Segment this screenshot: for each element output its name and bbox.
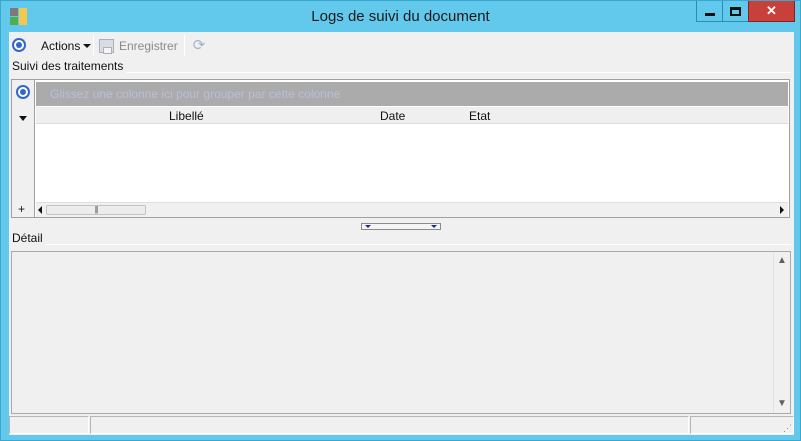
scroll-up-icon[interactable]: ▲ [774, 253, 790, 269]
column-header-date[interactable]: Date [380, 109, 405, 123]
maximize-icon [730, 6, 741, 16]
scroll-down-icon[interactable]: ▼ [774, 396, 790, 412]
detail-group-line [12, 244, 791, 245]
column-header-row: Libellé Date Etat [36, 107, 788, 124]
tracking-grid[interactable]: + Glissez une colonne ici pour grouper p… [11, 79, 790, 218]
minimize-button[interactable] [696, 1, 723, 22]
refresh-icon[interactable]: ⟳ [191, 38, 207, 54]
tracking-section-title: Suivi des traitements [12, 59, 127, 73]
resize-grip-icon[interactable]: ⋰ [782, 423, 792, 433]
toolbar-separator [184, 35, 185, 56]
close-button[interactable]: ✕ [748, 1, 795, 22]
save-label: Enregistrer [119, 39, 178, 53]
horizontal-scrollbar[interactable]: ||| [36, 202, 788, 217]
panel-splitter[interactable] [361, 223, 441, 230]
status-panel [9, 416, 89, 434]
save-button[interactable]: Enregistrer [99, 37, 178, 55]
chevron-down-icon [83, 44, 92, 48]
grid-options-icon[interactable] [16, 85, 30, 99]
close-icon: ✕ [766, 3, 777, 18]
vertical-scrollbar[interactable]: ▲ ▼ [773, 252, 790, 413]
chevron-down-icon [431, 225, 437, 228]
add-row-icon[interactable]: + [18, 203, 25, 215]
scroll-right-icon[interactable] [780, 206, 784, 214]
status-panel [90, 416, 689, 434]
group-by-panel[interactable]: Glissez une colonne ici pour grouper par… [36, 82, 788, 106]
status-panel [690, 416, 794, 434]
window: Logs de suivi du document ✕ Actions Enre… [0, 0, 801, 441]
actions-label: Actions [41, 39, 81, 53]
column-header-etat[interactable]: Etat [469, 109, 490, 123]
maximize-button[interactable] [722, 1, 749, 22]
tracking-group-line [12, 72, 791, 73]
radio-target-icon[interactable] [12, 38, 26, 52]
actions-menu-button[interactable]: Actions [37, 37, 95, 55]
window-title: Logs de suivi du document [311, 8, 490, 25]
title-bar[interactable]: Logs de suivi du document ✕ [1, 1, 800, 31]
scroll-thumb[interactable]: ||| [46, 205, 146, 215]
column-header-libelle[interactable]: Libellé [169, 109, 204, 123]
chevron-down-icon [365, 225, 371, 228]
detail-section-title: Détail [12, 231, 46, 245]
status-bar: ⋰ [9, 416, 794, 435]
grid-row-indicator-column: + [12, 80, 35, 217]
row-expand-icon[interactable] [19, 116, 27, 121]
detail-textbox[interactable]: ▲ ▼ [11, 251, 791, 414]
toolbar-separator [93, 35, 94, 56]
scroll-left-icon[interactable] [38, 206, 42, 214]
client-area: Actions Enregistrer ⟳ Suivi des traiteme… [9, 32, 794, 435]
save-icon [99, 39, 114, 54]
minimize-icon [704, 12, 715, 16]
toolbar: Actions Enregistrer ⟳ [9, 32, 794, 58]
